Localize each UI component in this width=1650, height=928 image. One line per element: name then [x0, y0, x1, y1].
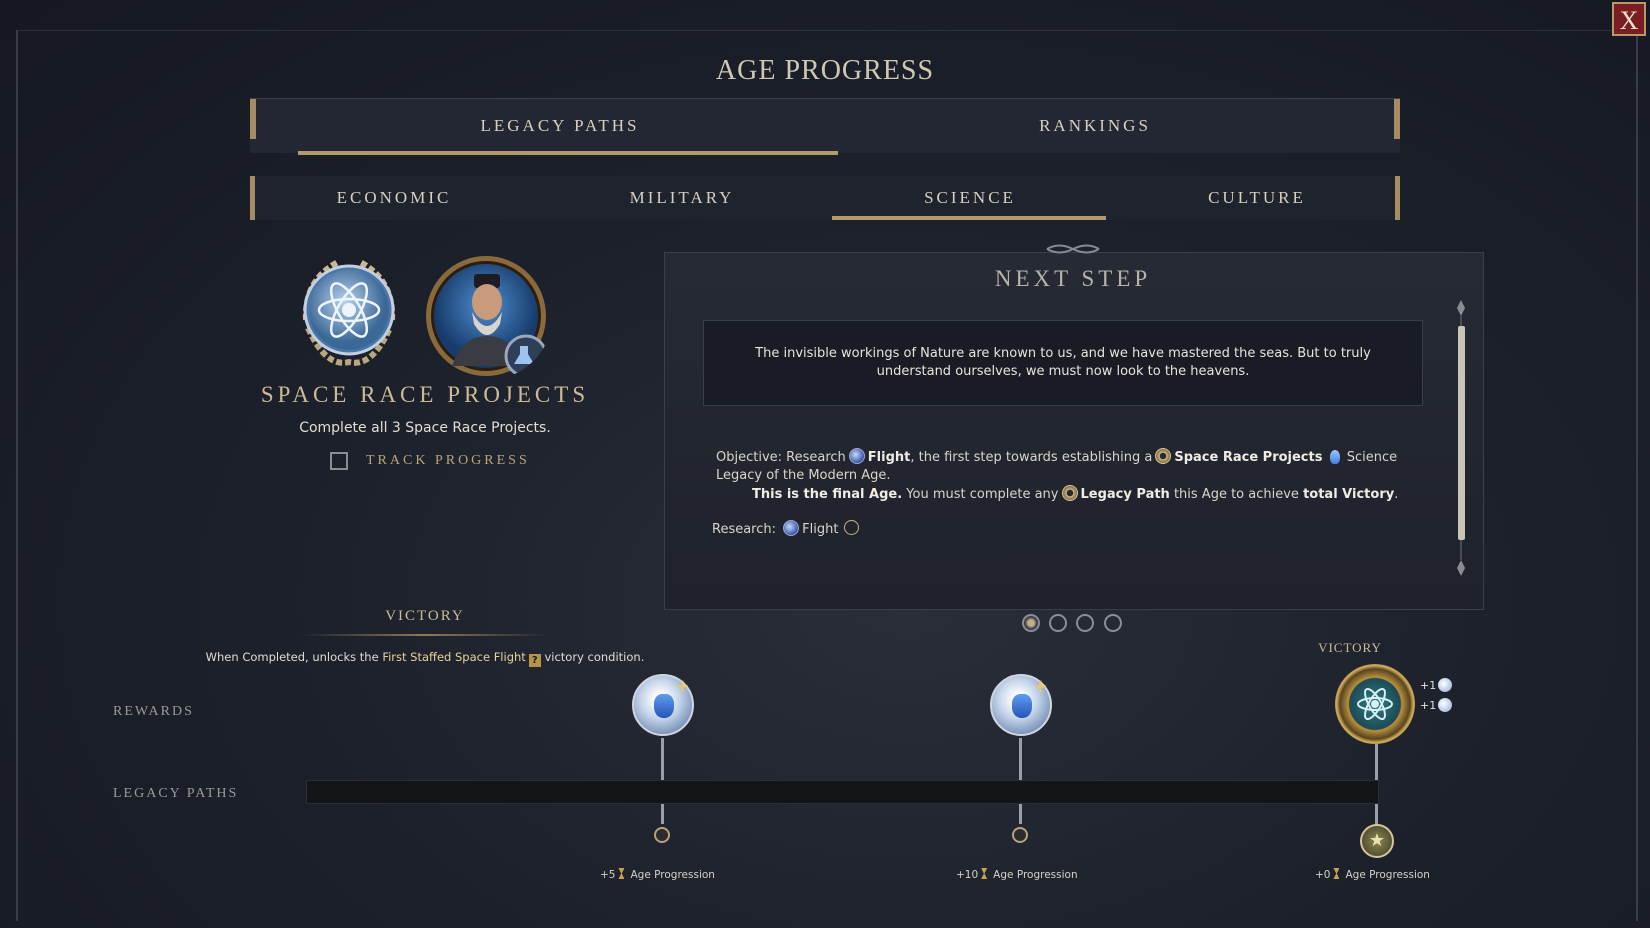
final-age-end: . — [1394, 487, 1399, 502]
milestone-stem — [1375, 744, 1378, 780]
tech-icon — [848, 448, 865, 464]
leader-portrait-icon — [426, 256, 548, 378]
milestone-stem — [1375, 804, 1378, 826]
objective-tech[interactable]: Flight — [868, 450, 911, 465]
rewards-row-label: REWARDS — [113, 704, 194, 719]
next-step-title: NEXT STEP — [994, 266, 1152, 291]
flavor-quote-text: The invisible workings of Nature are kno… — [755, 346, 1371, 379]
objective-prefix: Objective: Research — [716, 450, 846, 465]
final-age-victory: total Victory — [1303, 487, 1395, 502]
subtab-selected-underline — [832, 216, 1106, 220]
research-requirement: Research: Flight — [712, 520, 860, 537]
page-dot-4[interactable] — [1104, 614, 1122, 632]
milestone-stem — [661, 804, 664, 824]
page-dot-3[interactable] — [1076, 614, 1094, 632]
main-tab-bar: LEGACY PATHS RANKINGS — [250, 98, 1400, 155]
project-description: Complete all 3 Space Race Projects. — [299, 420, 551, 436]
victory-description: When Completed, unlocks the First Staffe… — [150, 650, 700, 667]
milestone-label: +0 Age Progression — [1315, 868, 1430, 881]
victory-divider — [300, 634, 550, 636]
project-title: SPACE RACE PROJECTS — [260, 382, 590, 407]
incomplete-circle-icon — [844, 520, 860, 535]
help-icon[interactable]: ? — [528, 654, 541, 667]
objective-text: Objective: Research Flight, the first ste… — [716, 448, 1416, 504]
next-step-panel — [664, 252, 1484, 610]
final-age-bold: This is the final Age. — [752, 487, 903, 502]
track-progress-checkbox[interactable] — [330, 452, 348, 470]
milestone-amount: +10 — [956, 869, 979, 881]
bonus-reward: +1 — [1420, 698, 1453, 712]
hourglass-icon — [618, 868, 625, 879]
objective-mid: , the first step towards establishing a — [910, 450, 1153, 465]
victory-desc-prefix: When Completed, unlocks the — [205, 650, 379, 664]
final-age-text1: You must complete any — [906, 487, 1059, 502]
research-tech[interactable]: Flight — [802, 522, 838, 537]
milestone-amount: +0 — [1315, 869, 1331, 881]
subtab-science[interactable]: SCIENCE — [826, 176, 1114, 220]
victory-heading: VICTORY — [385, 608, 465, 624]
milestone-node — [654, 827, 670, 843]
victory-milestone-label: VICTORY — [1318, 640, 1382, 655]
page-title: AGE PROGRESS — [715, 55, 935, 86]
milestone-label: +10 Age Progression — [956, 868, 1078, 881]
objective-suffix: Legacy of the Modern Age. — [716, 468, 891, 483]
tech-icon — [783, 520, 800, 536]
tab-legacy-paths[interactable]: LEGACY PATHS — [290, 99, 830, 153]
milestone-node — [1012, 827, 1028, 843]
scrollbar-thumb[interactable] — [1458, 326, 1465, 540]
milestone-amount: +5 — [600, 869, 616, 881]
victory-medal-icon[interactable] — [1335, 664, 1415, 744]
legacy-path-icon — [1061, 485, 1078, 501]
legacy-paths-row-label: LEGACY PATHS — [113, 786, 239, 801]
milestone-text: Age Progression — [1345, 869, 1430, 881]
milestone-text: Age Progression — [993, 869, 1078, 881]
milestone-text: Age Progression — [630, 869, 715, 881]
victory-desc-suffix: victory condition. — [544, 650, 645, 664]
milestone-stem — [1019, 738, 1022, 780]
close-button[interactable]: X — [1612, 2, 1646, 36]
milestone-label: +5 Age Progression — [600, 868, 715, 881]
atom-laurel-icon — [302, 259, 396, 366]
tab-bracket-right — [1394, 99, 1400, 139]
page-dot-1[interactable] — [1022, 614, 1040, 632]
legacy-path-icon — [1155, 448, 1172, 464]
sub-tab-bar: ECONOMIC MILITARY SCIENCE CULTURE — [250, 176, 1400, 220]
tab-bracket-left — [250, 99, 256, 139]
objective-science: Science — [1346, 450, 1398, 465]
track-progress-toggle[interactable]: TRACK PROGRESS — [330, 450, 530, 472]
page-dot-2[interactable] — [1049, 614, 1067, 632]
science-flask-plus-icon[interactable]: + — [990, 674, 1052, 736]
science-icon — [1329, 450, 1340, 464]
final-age-text2: this Age to achieve — [1173, 487, 1299, 502]
tab-rankings[interactable]: RANKINGS — [825, 99, 1365, 153]
science-flask-plus-icon[interactable]: + — [632, 674, 694, 736]
orb-icon — [1438, 698, 1453, 712]
bonus-reward: +1 — [1420, 678, 1453, 692]
star-node-icon: ★ — [1360, 824, 1394, 858]
subtab-military[interactable]: MILITARY — [538, 176, 826, 220]
research-label: Research: — [712, 522, 777, 537]
victory-condition-link[interactable]: First Staffed Space Flight — [382, 650, 525, 664]
final-age-legacy-path[interactable]: Legacy Path — [1081, 487, 1170, 502]
objective-legacy[interactable]: Space Race Projects — [1174, 450, 1322, 465]
tab-selected-underline — [298, 151, 838, 155]
final-age-line: This is the final Age. You must complete… — [716, 485, 1416, 504]
flavor-quote: The invisible workings of Nature are kno… — [703, 320, 1423, 406]
hourglass-icon — [981, 868, 988, 879]
milestone-stem — [1019, 804, 1022, 824]
hourglass-icon — [1333, 868, 1340, 879]
orb-icon — [1438, 678, 1453, 692]
track-progress-label: TRACK PROGRESS — [366, 453, 530, 468]
subtab-culture[interactable]: CULTURE — [1114, 176, 1400, 220]
ornament-icon — [1046, 244, 1100, 254]
legacy-progress-bar — [306, 780, 1379, 804]
bonus-amount: +1 — [1420, 699, 1437, 712]
subtab-economic[interactable]: ECONOMIC — [250, 176, 538, 220]
bonus-amount: +1 — [1420, 679, 1437, 692]
milestone-stem — [661, 738, 664, 780]
